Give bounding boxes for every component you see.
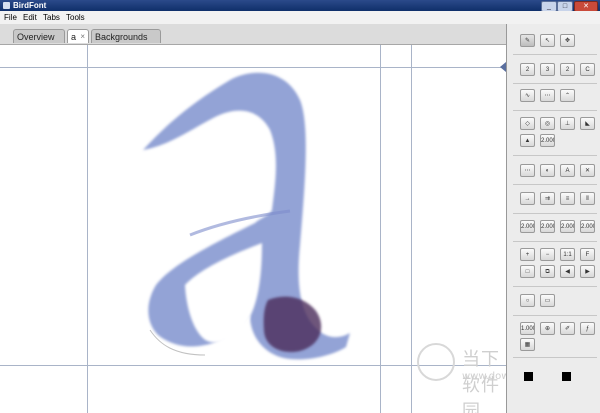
separator [513,83,597,84]
scale-field[interactable]: 1.000 [520,322,535,335]
arrow-right-icon[interactable]: → [520,192,535,205]
square-icon[interactable]: □ [520,265,535,278]
grid-icon[interactable]: ⦀ [580,192,595,205]
spacing-icon[interactable]: ⋯ [520,164,535,177]
tab-label: Overview [17,32,55,42]
eraser-icon[interactable]: ◇ [520,117,535,130]
menu-file[interactable]: File [4,11,17,24]
separator [513,286,597,287]
glyph-canvas[interactable]: 当下软件园 www.downxia.com [0,45,506,413]
zoom-out-button[interactable]: − [540,248,555,261]
tab-glyph-a[interactable]: a × [67,29,89,43]
app-icon [3,2,10,9]
rectangle-icon[interactable]: ▭ [540,294,555,307]
tab-label: a [71,32,77,42]
window-title: BirdFont [13,1,47,10]
align-icon[interactable]: ⇉ [540,192,555,205]
stroke-color-swatch[interactable] [562,372,571,381]
separator [513,213,597,214]
fill-color-swatch[interactable] [524,372,533,381]
stroke-width-field[interactable]: 2.000 [540,134,555,147]
zoom-fit-button[interactable]: F [580,248,595,261]
kerning-button[interactable]: C [580,63,595,76]
separator [513,155,597,156]
value-field[interactable]: 2.000 [520,220,535,233]
separator [513,315,597,316]
tab-backgrounds[interactable]: Backgrounds [91,29,161,43]
fill-icon[interactable]: ◎ [540,117,555,130]
function-icon[interactable]: ƒ [580,322,595,335]
tab-close-icon[interactable]: × [80,30,85,44]
ruler-icon[interactable]: ⊥ [560,117,575,130]
separator [513,184,597,185]
distribute-icon[interactable]: ≡ [560,192,575,205]
previous-icon[interactable]: ◀ [560,265,575,278]
value-field[interactable]: 2.000 [540,220,555,233]
bezier-icon[interactable]: ∿ [520,89,535,102]
triangle-icon[interactable]: ▲ [520,134,535,147]
copy-icon[interactable]: ⧉ [540,265,555,278]
point-tool-icon[interactable]: ↖ [540,34,555,47]
kerning-button[interactable]: 3 [540,63,555,76]
zoom-in-button[interactable]: + [520,248,535,261]
corner-icon[interactable]: ⌃ [560,89,575,102]
menu-tools[interactable]: Tools [66,11,85,24]
value-field[interactable]: 2.000 [580,220,595,233]
tab-strip: Overview a × Backgrounds [0,24,506,45]
value-field[interactable]: 2.000 [560,220,575,233]
kerning-button[interactable]: 2 [560,63,575,76]
tab-overview[interactable]: Overview [13,29,65,43]
circle-icon[interactable]: ○ [520,294,535,307]
next-icon[interactable]: ▶ [580,265,595,278]
slant-icon[interactable]: ◣ [580,117,595,130]
zoom-reset-button[interactable]: 1:1 [560,248,575,261]
kerning-button[interactable]: 2 [520,63,535,76]
separator [513,241,597,242]
crosshair-icon[interactable]: ⊕ [540,322,555,335]
menu-bar: File Edit Tabs Tools [0,11,600,24]
separator [513,357,597,358]
tool-panel: ✎ ↖ ✥ 2 3 2 C ∿ ⋯ ⌃ ◇ ◎ ⊥ ◣ ▲ 2.000 ⋯ ◐ … [506,24,600,413]
menu-edit[interactable]: Edit [23,11,37,24]
line-join-icon[interactable]: ⋯ [540,89,555,102]
brush-icon[interactable]: ✐ [560,322,575,335]
tab-label: Backgrounds [95,32,148,42]
title-bar: BirdFont _ □ ✕ [0,0,600,12]
menu-tabs[interactable]: Tabs [43,11,60,24]
remove-icon[interactable]: ✕ [580,164,595,177]
watermark-logo-icon [417,343,455,381]
separator [513,110,597,111]
text-icon[interactable]: A [560,164,575,177]
toggle-icon[interactable]: ◐ [540,164,555,177]
watermark-url: www.downxia.com [462,371,506,382]
palette-icon[interactable]: ▦ [520,338,535,351]
move-tool-icon[interactable]: ✥ [560,34,575,47]
pen-tool-icon[interactable]: ✎ [520,34,535,47]
separator [513,54,597,55]
